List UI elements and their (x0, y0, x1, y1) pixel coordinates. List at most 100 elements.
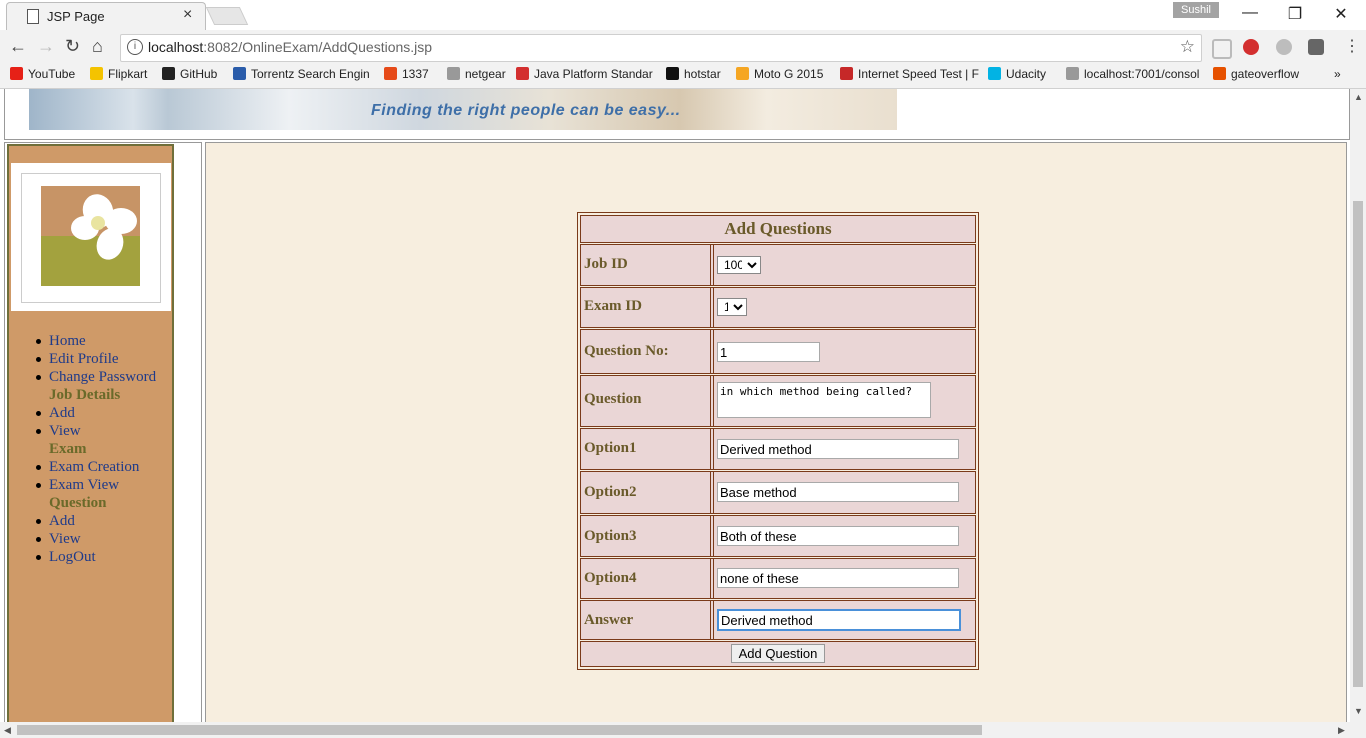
bookmark-label: YouTube (28, 67, 76, 81)
menu-link-edit-profile[interactable]: Edit Profile (35, 350, 156, 368)
job-id-select[interactable]: 100 (717, 256, 761, 274)
adblock-extension-icon[interactable] (1243, 39, 1259, 55)
bookmark-label: 1337 (402, 67, 429, 81)
answer-input[interactable] (717, 609, 961, 631)
bookmark-label: Java Platform Standar (534, 67, 653, 81)
question-no-row: Question No: (580, 329, 976, 374)
url-host: localhost (148, 39, 204, 55)
option4-input[interactable] (717, 568, 959, 588)
page-viewport: Finding the right people can be easy... … (0, 89, 1350, 722)
horizontal-scrollbar[interactable]: ◀ ▶ (0, 722, 1366, 738)
extension-counter-icon[interactable] (1308, 39, 1324, 55)
menu-link-exam-creation[interactable]: Exam Creation (35, 458, 156, 476)
tab-strip: JSP Page × Sushil — ❐ ✕ (0, 0, 1366, 31)
close-window-icon[interactable]: ✕ (1321, 4, 1361, 24)
shield-extension-icon[interactable] (1212, 39, 1232, 59)
bookmark-label: gateoverflow (1231, 67, 1300, 81)
address-bar[interactable]: i localhost:8082/OnlineExam/AddQuestions… (120, 34, 1202, 62)
bookmark-item[interactable]: GitHub (162, 67, 217, 81)
reload-icon[interactable]: ↻ (65, 36, 80, 57)
form-title-row: Add Questions (580, 215, 976, 243)
bookmark-label: GitHub (180, 67, 218, 81)
menu-link-home[interactable]: Home (35, 332, 156, 350)
bookmark-item[interactable]: localhost:7001/consol (1066, 67, 1199, 81)
bookmark-item[interactable]: Torrentz Search Engin (233, 67, 370, 81)
menu-link-exam-view[interactable]: Exam View (35, 476, 156, 494)
bookmark-item[interactable]: Java Platform Standar (516, 67, 653, 81)
scroll-left-icon[interactable]: ◀ (4, 725, 11, 736)
bookmark-label: localhost:7001/consol (1084, 67, 1200, 81)
menu-link-label: Home (49, 333, 86, 349)
form-title: Add Questions (724, 219, 832, 238)
menu-link-label: LogOut (49, 549, 96, 565)
option3-input[interactable] (717, 526, 959, 546)
tab-close-icon[interactable]: × (183, 6, 192, 24)
bookmark-item[interactable]: netgear (447, 67, 506, 81)
bookmark-label: hotstar (684, 67, 721, 81)
bookmark-item[interactable]: 1337 (384, 67, 429, 81)
menu-link-label: Change Password (49, 369, 157, 385)
menu-link-label: View (49, 423, 81, 439)
bookmark-favicon-icon (840, 67, 853, 80)
new-tab-button[interactable] (205, 7, 249, 25)
bookmark-item[interactable]: Udacity (988, 67, 1046, 81)
menu-heading: Question (49, 494, 156, 512)
minimize-icon[interactable]: — (1230, 4, 1270, 22)
menu-link-add[interactable]: Add (35, 404, 156, 422)
restore-icon[interactable]: ❐ (1275, 4, 1315, 24)
horizontal-scroll-thumb[interactable] (17, 725, 982, 735)
menu-link-label: View (49, 531, 81, 547)
bookmark-item[interactable]: YouTube (10, 67, 75, 81)
bookmark-item[interactable]: Internet Speed Test | F (840, 67, 979, 81)
option2-input[interactable] (717, 482, 959, 502)
forward-icon[interactable]: → (37, 36, 55, 57)
bookmark-favicon-icon (384, 67, 397, 80)
sidebar: Home Edit Profile Change Password Job Detai… (7, 144, 174, 722)
scroll-right-icon[interactable]: ▶ (1338, 725, 1345, 736)
extension-icon[interactable] (1276, 39, 1292, 55)
option2-row: Option2 (580, 471, 976, 514)
bookmark-label: Flipkart (108, 67, 148, 81)
browser-toolbar: ← → ↻ ⌂ i localhost:8082/OnlineExam/AddQ… (0, 30, 1366, 64)
bookmark-favicon-icon (447, 67, 460, 80)
bookmark-item[interactable]: Moto G 2015 (736, 67, 823, 81)
menu-link-add[interactable]: Add (35, 512, 156, 530)
bookmarks-bar: YouTube Flipkart GitHub Torrentz Search Eng… (0, 64, 1366, 89)
bookmark-star-icon[interactable]: ☆ (1180, 37, 1195, 57)
option1-input[interactable] (717, 439, 959, 459)
question-textarea[interactable]: in which method being called? (717, 382, 931, 418)
scroll-down-icon[interactable]: ▼ (1354, 706, 1363, 716)
menu-section-heading: Exam (49, 441, 87, 457)
add-questions-form: Add Questions Job ID 100 Exam ID 1 Quest… (577, 212, 979, 670)
menu-link-change-password[interactable]: Change Password (35, 368, 157, 386)
menu-link-logout[interactable]: LogOut (35, 548, 156, 566)
question-no-input[interactable] (717, 342, 820, 362)
home-icon[interactable]: ⌂ (92, 36, 103, 57)
bookmark-label: Moto G 2015 (754, 67, 824, 81)
bookmarks-overflow-icon[interactable]: » (1334, 67, 1341, 81)
bookmark-item[interactable]: Flipkart (90, 67, 147, 81)
bookmark-favicon-icon (666, 67, 679, 80)
bookmark-favicon-icon (10, 67, 23, 80)
back-icon[interactable]: ← (9, 36, 27, 57)
flower-logo-icon (41, 186, 140, 286)
tab-jsp-page[interactable]: JSP Page × (6, 2, 206, 31)
exam-id-label: Exam ID (584, 298, 642, 314)
add-question-button[interactable]: Add Question (730, 644, 826, 663)
menu-link-view[interactable]: View (35, 422, 156, 440)
info-icon[interactable]: i (127, 39, 143, 55)
profile-badge[interactable]: Sushil (1173, 2, 1219, 18)
scroll-up-icon[interactable]: ▲ (1354, 92, 1363, 102)
bookmark-favicon-icon (1066, 67, 1079, 80)
menu-link-view[interactable]: View (35, 530, 156, 548)
bookmark-favicon-icon (233, 67, 246, 80)
vertical-scrollbar[interactable]: ▲ ▼ (1350, 89, 1366, 722)
bookmark-item[interactable]: gateoverflow (1213, 67, 1299, 81)
menu-kebab-icon[interactable]: ⋮ (1344, 36, 1360, 56)
exam-id-select[interactable]: 1 (717, 298, 747, 316)
vertical-scroll-thumb[interactable] (1353, 201, 1363, 687)
bookmark-favicon-icon (1213, 67, 1226, 80)
bookmark-item[interactable]: hotstar (666, 67, 721, 81)
menu-heading: Exam (49, 440, 156, 458)
bookmark-favicon-icon (736, 67, 749, 80)
